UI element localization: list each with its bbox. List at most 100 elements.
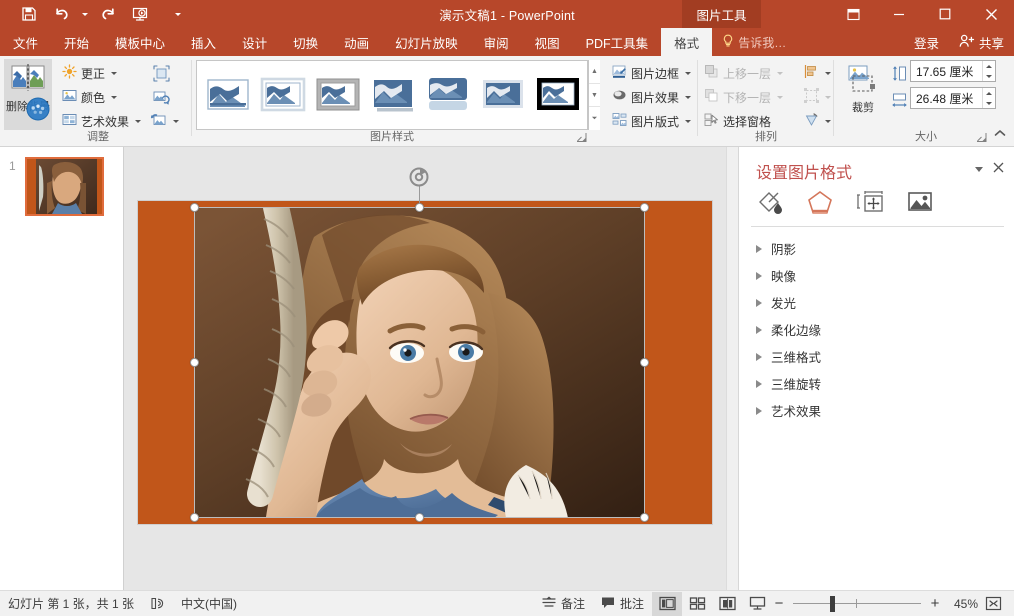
picture-layout-menu[interactable]: 图片版式 bbox=[612, 110, 691, 132]
accessibility-icon[interactable] bbox=[150, 596, 165, 611]
color-menu[interactable]: 颜色 bbox=[62, 86, 117, 108]
shape-width-input[interactable]: 26.48 厘米 bbox=[910, 87, 996, 109]
stepper-down-icon[interactable] bbox=[983, 98, 995, 108]
change-picture-icon[interactable] bbox=[150, 86, 172, 108]
picture-styles-dialog-launcher[interactable] bbox=[576, 132, 588, 144]
tab-template-center[interactable]: 模板中心 bbox=[102, 28, 178, 56]
reading-view-icon[interactable] bbox=[712, 592, 742, 616]
gallery-item-5[interactable] bbox=[476, 71, 529, 119]
tab-animations[interactable]: 动画 bbox=[331, 28, 382, 56]
stepper-down-icon[interactable] bbox=[983, 71, 995, 81]
tell-me-box[interactable]: 告诉我… bbox=[712, 28, 796, 56]
pane-section-soft-edges[interactable]: 柔化边缘 bbox=[756, 316, 821, 343]
pane-tab-size-and-properties[interactable] bbox=[853, 187, 887, 217]
slide-surface[interactable] bbox=[138, 201, 712, 524]
resize-handle-middle-right[interactable] bbox=[640, 358, 649, 367]
pane-options-chevron-down-icon[interactable] bbox=[972, 162, 986, 176]
resize-handle-bottom-center[interactable] bbox=[415, 513, 424, 522]
close-icon[interactable] bbox=[968, 0, 1014, 28]
pane-tab-fill-and-line[interactable] bbox=[753, 187, 787, 217]
slide-thumbnail-1[interactable] bbox=[25, 157, 104, 216]
gallery-item-2[interactable] bbox=[311, 71, 364, 119]
slideshow-icon[interactable] bbox=[125, 1, 155, 27]
gallery-scrollbar[interactable]: ▲ ▼ ⏷ bbox=[588, 60, 600, 130]
comments-button[interactable]: 批注 bbox=[593, 592, 652, 616]
tab-insert[interactable]: 插入 bbox=[178, 28, 229, 56]
bring-forward-menu[interactable]: 上移一层 bbox=[704, 62, 783, 84]
stepper-up-icon[interactable] bbox=[983, 61, 995, 71]
language-indicator[interactable]: 中文(中国) bbox=[181, 595, 237, 612]
picture-effects-menu[interactable]: 图片效果 bbox=[612, 86, 691, 108]
group-objects-menu[interactable] bbox=[804, 86, 831, 108]
picture-border-menu[interactable]: 图片边框 bbox=[612, 62, 691, 84]
gallery-item-4[interactable] bbox=[421, 71, 474, 119]
resize-handle-bottom-right[interactable] bbox=[640, 513, 649, 522]
zoom-out-button[interactable]: − bbox=[772, 596, 786, 611]
compress-pictures-icon[interactable] bbox=[150, 62, 172, 84]
slide-picture[interactable] bbox=[194, 207, 645, 518]
resize-handle-top-right[interactable] bbox=[640, 203, 649, 212]
minimize-icon[interactable] bbox=[876, 0, 922, 28]
shape-height-input[interactable]: 17.65 厘米 bbox=[910, 60, 996, 82]
redo-icon[interactable] bbox=[93, 1, 123, 27]
customize-qat-icon[interactable] bbox=[171, 1, 184, 27]
resize-handle-bottom-left[interactable] bbox=[190, 513, 199, 522]
fit-to-window-icon[interactable] bbox=[978, 592, 1008, 616]
zoom-in-button[interactable]: + bbox=[928, 596, 942, 611]
resize-handle-top-left[interactable] bbox=[190, 203, 199, 212]
ribbon-display-options-icon[interactable] bbox=[830, 0, 876, 28]
tab-home[interactable]: 开始 bbox=[51, 28, 102, 56]
pane-tab-effects[interactable] bbox=[803, 187, 837, 217]
slide-canvas[interactable] bbox=[124, 147, 738, 590]
collapse-ribbon-button[interactable] bbox=[992, 126, 1008, 140]
pane-close-icon[interactable] bbox=[991, 160, 1006, 175]
gallery-item-0[interactable] bbox=[201, 71, 254, 119]
gallery-scroll-down[interactable]: ▼ bbox=[589, 84, 600, 108]
gallery-more[interactable]: ⏷ bbox=[589, 107, 600, 130]
pane-tab-picture[interactable] bbox=[903, 187, 937, 217]
maximize-icon[interactable] bbox=[922, 0, 968, 28]
tab-format[interactable]: 格式 bbox=[661, 28, 712, 56]
pane-section-shadow[interactable]: 阴影 bbox=[756, 235, 796, 262]
rotate-handle-icon[interactable] bbox=[407, 165, 431, 189]
shape-width-stepper[interactable] bbox=[982, 88, 995, 108]
corrections-menu[interactable]: 更正 bbox=[62, 62, 117, 84]
pane-section-3d-rotation[interactable]: 三维旋转 bbox=[756, 370, 821, 397]
remove-background-button[interactable]: 删除背景 bbox=[4, 59, 52, 130]
size-dialog-launcher[interactable] bbox=[976, 132, 988, 144]
align-objects-menu[interactable] bbox=[804, 62, 831, 84]
normal-view-icon[interactable] bbox=[652, 592, 682, 616]
gallery-item-6[interactable] bbox=[531, 71, 584, 119]
undo-icon[interactable] bbox=[46, 1, 76, 27]
gallery-item-1[interactable] bbox=[256, 71, 309, 119]
gallery-scroll-up[interactable]: ▲ bbox=[589, 60, 600, 84]
pane-section-artistic-effects[interactable]: 艺术效果 bbox=[756, 397, 821, 424]
zoom-value[interactable]: 45% bbox=[942, 597, 978, 611]
pane-section-glow[interactable]: 发光 bbox=[756, 289, 796, 316]
undo-dropdown-icon[interactable] bbox=[78, 1, 91, 27]
slide-sorter-icon[interactable] bbox=[682, 592, 712, 616]
tab-design[interactable]: 设计 bbox=[229, 28, 280, 56]
tab-review[interactable]: 审阅 bbox=[471, 28, 522, 56]
tab-slideshow[interactable]: 幻灯片放映 bbox=[382, 28, 471, 56]
tab-transitions[interactable]: 切换 bbox=[280, 28, 331, 56]
shape-height-stepper[interactable] bbox=[982, 61, 995, 81]
tab-view[interactable]: 视图 bbox=[522, 28, 573, 56]
tab-pdf-tools[interactable]: PDF工具集 bbox=[573, 28, 662, 56]
resize-handle-middle-left[interactable] bbox=[190, 358, 199, 367]
pane-section-reflection[interactable]: 映像 bbox=[756, 262, 796, 289]
gallery-item-3[interactable] bbox=[366, 71, 419, 119]
stepper-up-icon[interactable] bbox=[983, 88, 995, 98]
zoom-slider[interactable] bbox=[793, 592, 921, 616]
slideshow-view-icon[interactable] bbox=[742, 592, 772, 616]
canvas-vertical-scrollbar[interactable] bbox=[726, 147, 738, 590]
save-icon[interactable] bbox=[14, 1, 44, 27]
zoom-knob[interactable] bbox=[830, 596, 835, 612]
resize-handle-top-center[interactable] bbox=[415, 203, 424, 212]
pane-section-3d-format[interactable]: 三维格式 bbox=[756, 343, 821, 370]
share-button[interactable]: 共享 bbox=[949, 33, 1014, 52]
picture-styles-gallery[interactable] bbox=[196, 60, 588, 130]
crop-button[interactable]: 裁剪 bbox=[840, 60, 886, 128]
notes-button[interactable]: 备注 bbox=[534, 592, 593, 616]
sign-in-button[interactable]: 登录 bbox=[904, 33, 949, 52]
